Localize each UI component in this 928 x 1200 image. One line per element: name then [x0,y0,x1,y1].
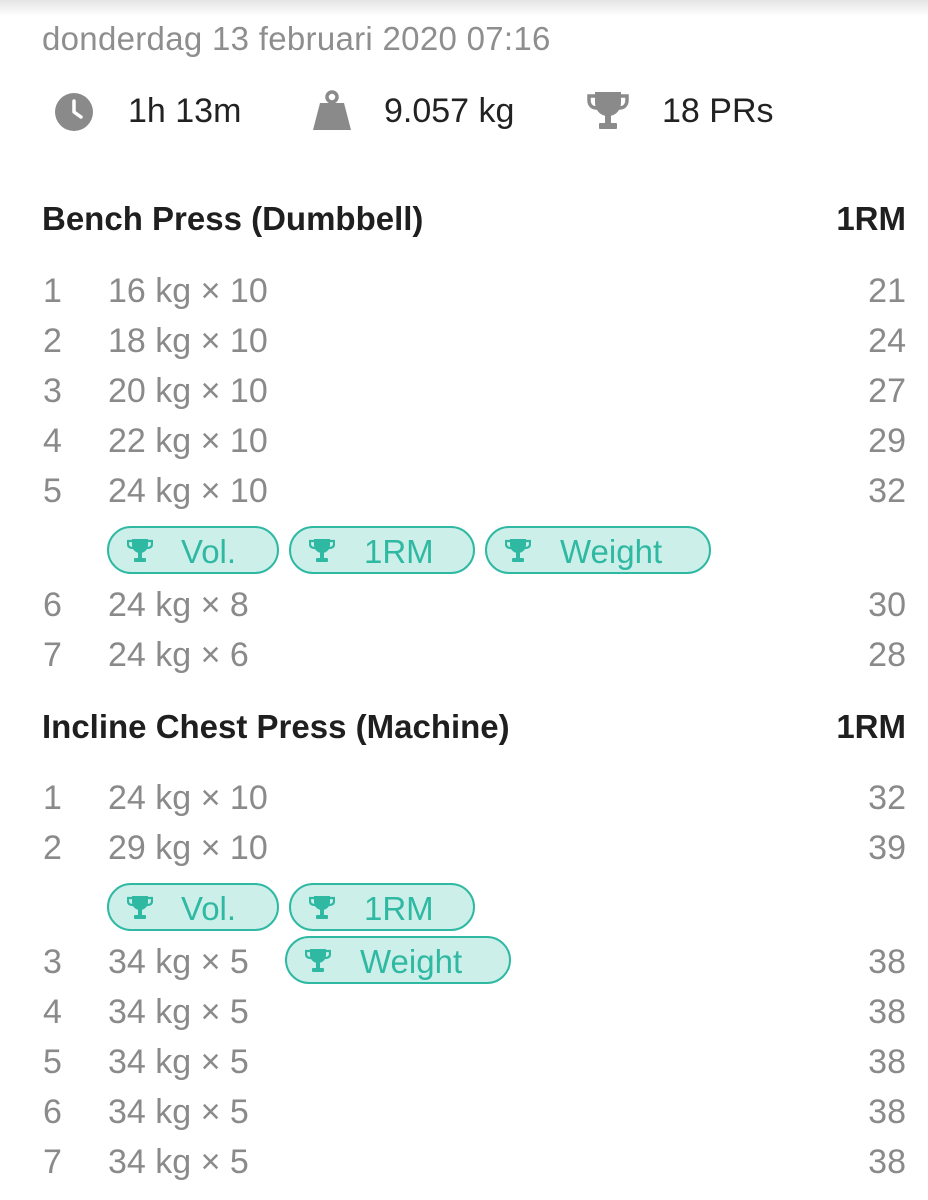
set-weight-reps: 18 kg × 10 [108,322,268,360]
set-row: 7 24 kg × 6 28 [0,636,928,686]
set-row: 6 24 kg × 8 30 [0,586,928,636]
exercise-title: Bench Press (Dumbbell) [42,200,424,237]
pr-badge-weight[interactable]: Weight [285,936,511,984]
set-one-rm: 38 [868,1143,906,1181]
set-row: 7 34 kg × 5 38 [0,1143,928,1193]
set-one-rm: 38 [868,1043,906,1081]
set-row: 1 16 kg × 10 21 [0,272,928,322]
set-one-rm: 27 [868,372,906,410]
workout-date: donderdag 13 februari 2020 07:16 [42,20,551,57]
set-number: 5 [43,1043,62,1081]
set-one-rm: 38 [868,943,906,981]
set-row: 4 34 kg × 5 38 [0,993,928,1043]
workout-volume: 9.057 kg [384,92,515,130]
workout-prs: 18 PRs [662,92,774,130]
set-number: 6 [43,1093,62,1131]
pr-badge-label: 1RM [364,890,434,927]
set-one-rm: 38 [868,993,906,1031]
set-number: 2 [43,829,62,867]
set-weight-reps: 16 kg × 10 [108,272,268,310]
set-one-rm: 29 [868,422,906,460]
set-one-rm: 24 [868,322,906,360]
pr-badge-volume[interactable]: Vol. [107,883,279,931]
set-row: 6 34 kg × 5 38 [0,1093,928,1143]
clock-icon [55,93,93,131]
pr-badge-one-rm[interactable]: 1RM [289,883,475,931]
set-one-rm: 21 [868,272,906,310]
pr-badge-weight[interactable]: Weight [485,526,711,574]
set-number: 1 [43,779,62,817]
set-weight-reps: 34 kg × 5 [108,1093,249,1131]
set-one-rm: 28 [868,636,906,674]
set-number: 7 [43,636,62,674]
pr-badge-label: Vol. [181,890,237,927]
set-number: 7 [43,1143,62,1181]
set-weight-reps: 34 kg × 5 [108,943,249,981]
set-number: 2 [43,322,62,360]
pr-badge-label: Weight [560,533,663,570]
set-one-rm: 32 [868,779,906,817]
pr-badge-label: Vol. [181,533,237,570]
set-weight-reps: 24 kg × 6 [108,636,249,674]
trophy-icon [505,539,531,562]
set-weight-reps: 24 kg × 8 [108,586,249,624]
pr-badge-volume[interactable]: Vol. [107,526,279,574]
one-rm-header: 1RM [836,708,906,745]
pr-badge-one-rm[interactable]: 1RM [289,526,475,574]
set-number: 4 [43,422,62,460]
pr-badge-label: 1RM [364,533,434,570]
card-top-shadow [0,0,928,16]
set-one-rm: 39 [868,829,906,867]
set-weight-reps: 20 kg × 10 [108,372,268,410]
set-row: 3 20 kg × 10 27 [0,372,928,422]
set-one-rm: 30 [868,586,906,624]
set-row: 5 24 kg × 10 32 [0,472,928,522]
set-row: 5 34 kg × 5 38 [0,1043,928,1093]
set-number: 1 [43,272,62,310]
workout-duration: 1h 13m [128,92,242,130]
set-row: 2 18 kg × 10 24 [0,322,928,372]
trophy-icon [305,949,331,972]
weight-icon [313,90,351,130]
set-weight-reps: 29 kg × 10 [108,829,268,867]
trophy-icon [309,539,335,562]
set-number: 4 [43,993,62,1031]
set-weight-reps: 24 kg × 10 [108,779,268,817]
trophy-icon [309,896,335,919]
set-row: 1 24 kg × 10 32 [0,779,928,829]
set-weight-reps: 34 kg × 5 [108,993,249,1031]
set-weight-reps: 22 kg × 10 [108,422,268,460]
trophy-icon [587,92,629,129]
set-row: 4 22 kg × 10 29 [0,422,928,472]
set-weight-reps: 34 kg × 5 [108,1043,249,1081]
one-rm-header: 1RM [836,200,906,237]
set-number: 5 [43,472,62,510]
workout-stats: 1h 13m 9.057 kg 18 PRs [0,88,928,144]
set-number: 6 [43,586,62,624]
set-one-rm: 32 [868,472,906,510]
exercise-title: Incline Chest Press (Machine) [42,708,510,745]
trophy-icon [127,896,153,919]
set-one-rm: 38 [868,1093,906,1131]
pr-badge-label: Weight [360,943,463,980]
set-weight-reps: 24 kg × 10 [108,472,268,510]
workout-card[interactable]: donderdag 13 februari 2020 07:16 1h 13m … [0,0,928,1200]
trophy-icon [127,539,153,562]
set-weight-reps: 34 kg × 5 [108,1143,249,1181]
set-number: 3 [43,372,62,410]
set-row: 2 29 kg × 10 39 [0,829,928,879]
set-number: 3 [43,943,62,981]
